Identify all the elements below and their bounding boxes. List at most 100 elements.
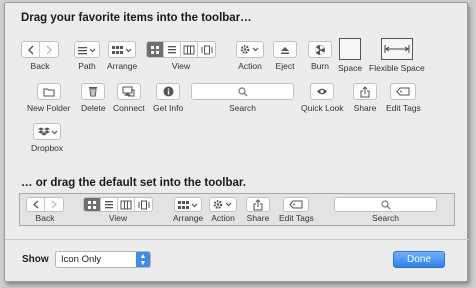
column-view-icon xyxy=(181,42,198,57)
tag-icon xyxy=(396,87,410,96)
flexible-space-icon xyxy=(384,45,410,53)
done-button[interactable]: Done xyxy=(393,251,445,268)
default-action-item[interactable]: Action xyxy=(209,197,237,223)
action-button[interactable] xyxy=(236,41,264,58)
new-folder-icon xyxy=(43,88,55,96)
space-box[interactable] xyxy=(339,38,362,60)
search-label: Search xyxy=(229,103,256,113)
get-info-item[interactable]: Get Info xyxy=(153,83,183,113)
show-select-value: Icon Only xyxy=(61,254,102,265)
sheet-title: Drag your favorite items into the toolba… xyxy=(21,12,252,24)
default-toolbar-set[interactable]: Back View Arrange Action Share Edit Tags… xyxy=(19,193,455,226)
default-edit-tags-label: Edit Tags xyxy=(279,213,314,223)
default-back-forward-control[interactable] xyxy=(26,197,64,212)
default-set-title: … or drag the default set into the toolb… xyxy=(21,177,246,189)
search-field[interactable] xyxy=(191,83,294,100)
default-edit-tags-button[interactable] xyxy=(283,197,310,212)
default-share-button[interactable] xyxy=(246,197,270,212)
chevron-right-icon xyxy=(40,42,58,57)
eject-label: Eject xyxy=(275,61,295,71)
path-item[interactable]: Path xyxy=(74,41,100,71)
default-action-label: Action xyxy=(211,213,235,223)
path-label: Path xyxy=(78,61,96,71)
new-folder-button[interactable] xyxy=(36,83,61,100)
search-icon xyxy=(380,199,390,209)
eject-item[interactable]: Eject xyxy=(273,41,297,71)
flexible-space-item[interactable]: Flexible Space xyxy=(369,38,425,73)
arrange-item[interactable]: Arrange xyxy=(107,41,137,71)
connect-label: Connect xyxy=(113,103,145,113)
dropbox-button[interactable] xyxy=(33,123,62,140)
path-icon xyxy=(78,46,96,54)
eye-icon xyxy=(317,88,328,95)
show-label: Show xyxy=(22,254,49,265)
share-icon xyxy=(253,198,263,210)
quick-look-button[interactable] xyxy=(310,83,335,100)
tag-icon xyxy=(289,200,303,209)
icon-view-icon xyxy=(84,198,101,211)
default-search-field[interactable] xyxy=(334,197,437,212)
info-icon xyxy=(163,86,174,97)
chevron-left-icon xyxy=(27,198,45,211)
cover-flow-icon xyxy=(198,42,215,57)
delete-label: Delete xyxy=(81,103,106,113)
flexible-space-box[interactable] xyxy=(380,38,413,60)
burn-label: Burn xyxy=(311,61,329,71)
default-view-label: View xyxy=(108,213,128,223)
get-info-label: Get Info xyxy=(153,103,184,113)
default-search-item[interactable]: Search xyxy=(334,197,437,223)
back-forward-control[interactable] xyxy=(21,41,59,58)
dropbox-item[interactable]: Dropbox xyxy=(31,123,63,153)
connect-button[interactable] xyxy=(116,83,141,100)
edit-tags-item[interactable]: Edit Tags xyxy=(386,83,421,113)
list-view-icon xyxy=(164,42,181,57)
connect-item[interactable]: Connect xyxy=(113,83,145,113)
burn-item[interactable]: Burn xyxy=(308,41,332,71)
view-label: View xyxy=(171,61,191,71)
arrange-icon xyxy=(112,45,132,54)
search-item[interactable]: Search xyxy=(191,83,294,113)
share-label: Share xyxy=(353,103,377,113)
default-arrange-button[interactable] xyxy=(174,197,203,212)
icon-view-icon xyxy=(147,42,164,57)
view-item[interactable]: View xyxy=(146,41,216,71)
default-back-item[interactable]: Back xyxy=(26,197,64,223)
new-folder-item[interactable]: New Folder xyxy=(27,83,70,113)
share-icon xyxy=(360,85,370,97)
action-item[interactable]: Action xyxy=(236,41,264,71)
trash-icon xyxy=(89,87,98,97)
default-view-control[interactable] xyxy=(83,197,153,212)
edit-tags-label: Edit Tags xyxy=(386,103,421,113)
get-info-button[interactable] xyxy=(156,83,181,100)
quick-look-item[interactable]: Quick Look xyxy=(301,83,344,113)
gear-icon xyxy=(240,45,259,54)
view-control[interactable] xyxy=(146,41,216,58)
path-button[interactable] xyxy=(74,41,100,58)
quick-look-label: Quick Look xyxy=(301,103,344,113)
list-view-icon xyxy=(101,198,118,211)
burn-button[interactable] xyxy=(308,41,332,58)
back-forward-item[interactable]: Back xyxy=(21,41,59,71)
show-select[interactable]: Icon Only ▲ ▼ xyxy=(55,251,151,268)
share-item[interactable]: Share xyxy=(353,83,377,113)
delete-button[interactable] xyxy=(81,83,106,100)
flexible-space-label: Flexible Space xyxy=(369,63,425,73)
default-edit-tags-item[interactable]: Edit Tags xyxy=(279,197,314,223)
space-item[interactable]: Space xyxy=(338,38,362,73)
action-label: Action xyxy=(238,61,262,71)
default-share-item[interactable]: Share xyxy=(246,197,270,223)
arrange-button[interactable] xyxy=(108,41,137,58)
default-arrange-label: Arrange xyxy=(173,213,204,223)
chevron-left-icon xyxy=(22,42,40,57)
share-button[interactable] xyxy=(353,83,377,100)
eject-button[interactable] xyxy=(273,41,297,58)
default-action-button[interactable] xyxy=(209,197,237,212)
delete-item[interactable]: Delete xyxy=(81,83,106,113)
space-label: Space xyxy=(338,63,363,73)
column-view-icon xyxy=(118,198,135,211)
edit-tags-button[interactable] xyxy=(390,83,417,100)
gear-icon xyxy=(213,200,232,209)
default-arrange-item[interactable]: Arrange xyxy=(173,197,203,223)
new-folder-label: New Folder xyxy=(27,103,71,113)
default-view-item[interactable]: View xyxy=(83,197,153,223)
